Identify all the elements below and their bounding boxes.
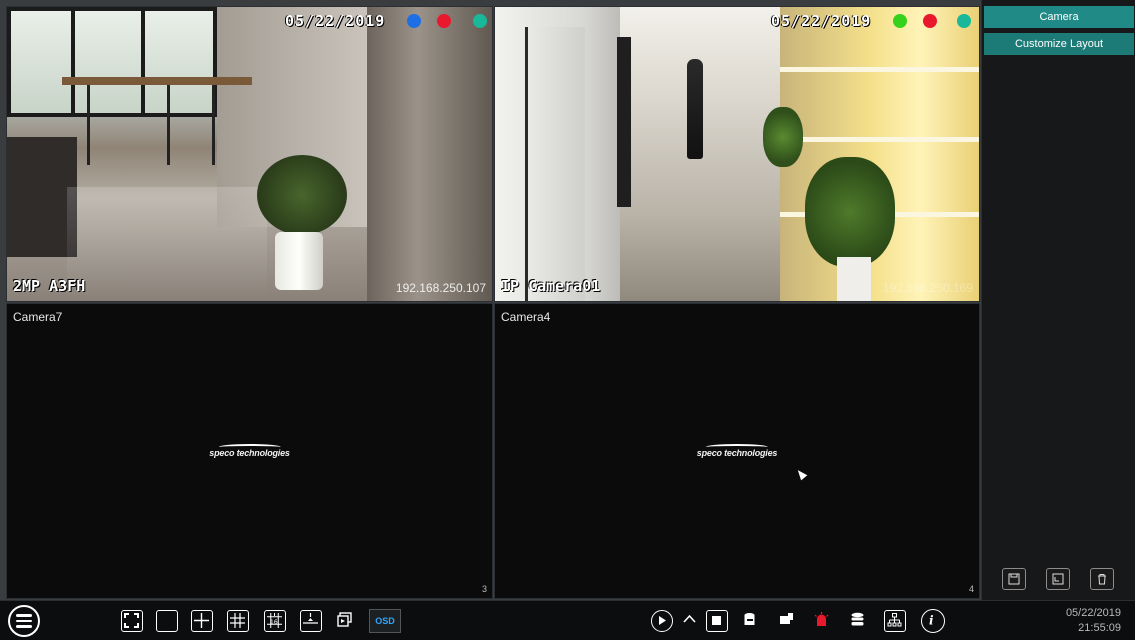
- save-layout-button[interactable]: [1002, 568, 1026, 590]
- bottom-toolbar: 16 OSD i 05/22/2019 21:55:09: [0, 600, 1135, 640]
- clock-time: 21:55:09: [1078, 622, 1121, 634]
- camera-name: Camera4: [501, 310, 551, 324]
- alarm-icon[interactable]: [812, 610, 834, 632]
- speco-logo: speco technologies: [209, 444, 290, 458]
- camera-tile-1[interactable]: 05/22/2019 2MP A3FH 192.168.250.107: [6, 6, 493, 302]
- osd-toggle-button[interactable]: OSD: [369, 609, 401, 633]
- audio-status-icon: [473, 14, 487, 28]
- channel-number: 4: [968, 584, 974, 594]
- delete-icon: [1098, 574, 1106, 585]
- save-icon: [1008, 573, 1020, 585]
- sequence-icon[interactable]: [335, 610, 357, 632]
- layout-custom-icon[interactable]: [300, 610, 322, 632]
- osd-camera-name: IP Camera01: [501, 277, 601, 295]
- camera-1-video: [7, 7, 492, 301]
- delete-layout-button[interactable]: [1090, 568, 1114, 590]
- mouse-pointer-icon: [794, 467, 808, 481]
- osd-date: 05/22/2019: [285, 12, 386, 30]
- svg-text:16: 16: [270, 619, 278, 626]
- record-status-icon: [437, 14, 451, 28]
- manual-alarm-icon[interactable]: [777, 610, 799, 632]
- camera-tile-3[interactable]: Camera7 speco technologies 3: [6, 303, 493, 599]
- camera-tile-4[interactable]: Camera4 speco technologies 4: [494, 303, 980, 599]
- camera-name: Camera7: [13, 310, 63, 324]
- motion-status-icon: [893, 14, 907, 28]
- camera-ip: 192.168.250.169: [882, 281, 973, 295]
- camera-tile-2[interactable]: 05/22/2019 IP Camera01 192.168.250.169: [494, 6, 980, 302]
- rename-icon: [1052, 573, 1064, 585]
- camera-ip: 192.168.250.107: [395, 281, 486, 295]
- disk-icon[interactable]: [848, 610, 870, 632]
- layout-16-icon[interactable]: 16: [264, 610, 286, 632]
- layout-1-icon[interactable]: [156, 610, 178, 632]
- channel-number: 3: [481, 584, 487, 594]
- playback-icon[interactable]: [651, 610, 673, 632]
- rename-layout-button[interactable]: [1046, 568, 1070, 590]
- snapshot-icon[interactable]: [706, 610, 728, 632]
- audio-status-icon: [957, 14, 971, 28]
- tab-camera[interactable]: Camera: [984, 6, 1134, 28]
- main-menu-icon[interactable]: [8, 605, 40, 637]
- svg-text:i: i: [929, 614, 934, 628]
- speco-logo: speco technologies: [697, 444, 777, 458]
- osd-date: 05/22/2019: [771, 12, 872, 30]
- info-icon[interactable]: i: [921, 609, 945, 633]
- clock-date: 05/22/2019: [1065, 607, 1121, 619]
- camera-2-video: [495, 7, 979, 301]
- network-icon[interactable]: [884, 610, 906, 632]
- tab-customize-layout[interactable]: Customize Layout: [984, 33, 1134, 55]
- layout-4-icon[interactable]: [191, 610, 213, 632]
- expand-up-icon[interactable]: [680, 610, 696, 632]
- motion-status-icon: [407, 14, 421, 28]
- layout-9-icon[interactable]: [227, 610, 249, 632]
- record-status-icon: [923, 14, 937, 28]
- record-icon[interactable]: [740, 610, 762, 632]
- osd-camera-name: 2MP A3FH: [13, 277, 86, 295]
- video-grid: 05/22/2019 2MP A3FH 192.168.250.107 05/2…: [0, 0, 981, 600]
- system-clock: 05/22/2019 21:55:09: [1066, 606, 1121, 636]
- fullscreen-icon[interactable]: [121, 610, 143, 632]
- side-panel: Camera Customize Layout: [981, 0, 1135, 600]
